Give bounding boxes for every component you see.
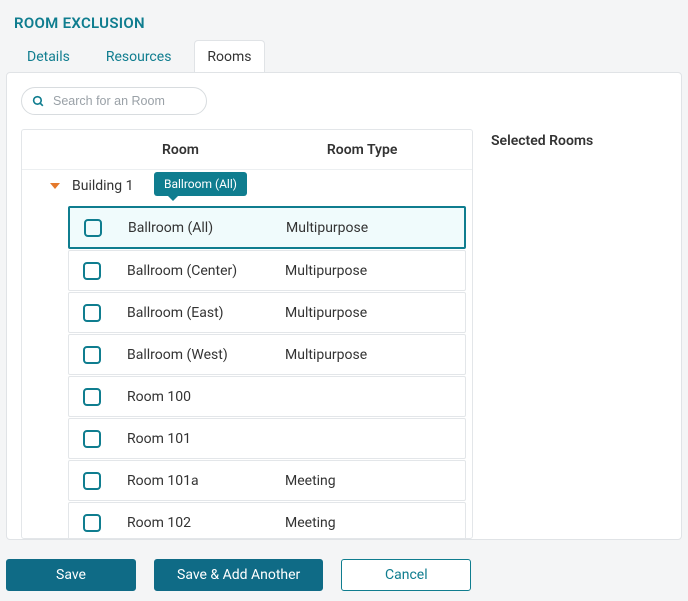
checkbox[interactable]	[83, 514, 101, 532]
room-name: Room 101	[127, 431, 285, 447]
selected-rooms-label: Selected Rooms	[491, 133, 593, 149]
room-type: Meeting	[285, 515, 336, 531]
table-row[interactable]: Ballroom (West)Multipurpose	[68, 334, 466, 375]
tab-rooms[interactable]: Rooms	[194, 40, 264, 73]
footer-buttons: Save Save & Add Another Cancel	[6, 559, 682, 591]
group-row-building[interactable]: Building 1 Ballroom (All)	[22, 170, 472, 202]
page-title: ROOM EXCLUSION	[0, 0, 688, 40]
tab-details[interactable]: Details	[14, 40, 83, 73]
search-input[interactable]	[51, 93, 196, 109]
table-row[interactable]: Ballroom (All)Multipurpose	[68, 206, 466, 249]
tab-bar: Details Resources Rooms	[0, 40, 688, 73]
search-icon	[32, 95, 45, 108]
chevron-down-icon	[50, 183, 60, 189]
cancel-button[interactable]: Cancel	[341, 559, 471, 591]
checkbox[interactable]	[83, 388, 101, 406]
room-list-panel: Room Room Type Building 1 Ballroom (All)…	[21, 129, 473, 539]
save-button[interactable]: Save	[6, 559, 136, 591]
room-name: Ballroom (All)	[128, 220, 286, 236]
room-name: Ballroom (Center)	[127, 263, 285, 279]
column-headers: Room Room Type	[22, 130, 472, 170]
room-type: Meeting	[285, 473, 336, 489]
room-type: Multipurpose	[285, 305, 367, 321]
checkbox[interactable]	[83, 346, 101, 364]
room-type: Multipurpose	[285, 263, 367, 279]
table-row[interactable]: Ballroom (Center)Multipurpose	[68, 250, 466, 291]
table-row[interactable]: Room 102Meeting	[68, 502, 466, 538]
save-add-button[interactable]: Save & Add Another	[154, 559, 323, 591]
search-box[interactable]	[21, 87, 207, 115]
room-name: Room 102	[127, 515, 285, 531]
selected-rooms-panel: Selected Rooms	[491, 129, 667, 539]
room-type: Multipurpose	[285, 347, 367, 363]
content-panel: Room Room Type Building 1 Ballroom (All)…	[6, 72, 682, 540]
table-row[interactable]: Room 100	[68, 376, 466, 417]
room-name: Room 101a	[127, 473, 285, 489]
header-room-type: Room Type	[199, 142, 397, 158]
table-row[interactable]: Room 101	[68, 418, 466, 459]
room-list[interactable]: Ballroom (All)MultipurposeBallroom (Cent…	[22, 202, 472, 538]
checkbox[interactable]	[83, 430, 101, 448]
room-type: Multipurpose	[286, 220, 368, 236]
table-row[interactable]: Room 101aMeeting	[68, 460, 466, 501]
checkbox[interactable]	[83, 304, 101, 322]
header-room: Room	[22, 142, 199, 158]
room-name: Ballroom (East)	[127, 305, 285, 321]
room-name: Room 100	[127, 389, 285, 405]
tooltip: Ballroom (All)	[154, 172, 247, 196]
checkbox[interactable]	[83, 262, 101, 280]
table-row[interactable]: Ballroom (East)Multipurpose	[68, 292, 466, 333]
room-name: Ballroom (West)	[127, 347, 285, 363]
group-label: Building 1	[72, 178, 133, 194]
tab-resources[interactable]: Resources	[93, 40, 185, 73]
checkbox[interactable]	[84, 219, 102, 237]
checkbox[interactable]	[83, 472, 101, 490]
